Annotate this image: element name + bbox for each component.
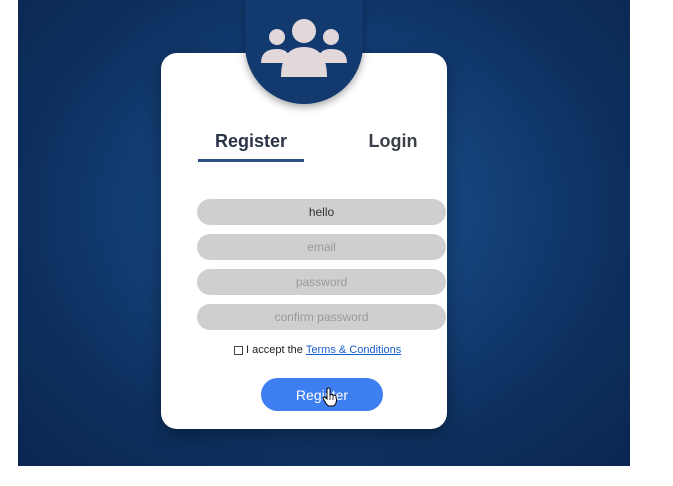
- active-tab-indicator: [198, 159, 304, 162]
- confirm-password-input[interactable]: [197, 304, 446, 330]
- tab-register[interactable]: Register: [198, 131, 304, 157]
- password-input[interactable]: [197, 269, 446, 295]
- terms-row: I accept the Terms & Conditions: [234, 343, 401, 357]
- email-input[interactable]: [197, 234, 446, 260]
- username-input[interactable]: [197, 199, 446, 225]
- users-group-icon: [261, 19, 347, 77]
- terms-label: I accept the: [246, 344, 303, 356]
- tab-login[interactable]: Login: [358, 131, 428, 157]
- terms-checkbox[interactable]: [234, 345, 243, 355]
- hand-pointer-icon: [322, 387, 338, 407]
- terms-link[interactable]: Terms & Conditions: [306, 344, 401, 356]
